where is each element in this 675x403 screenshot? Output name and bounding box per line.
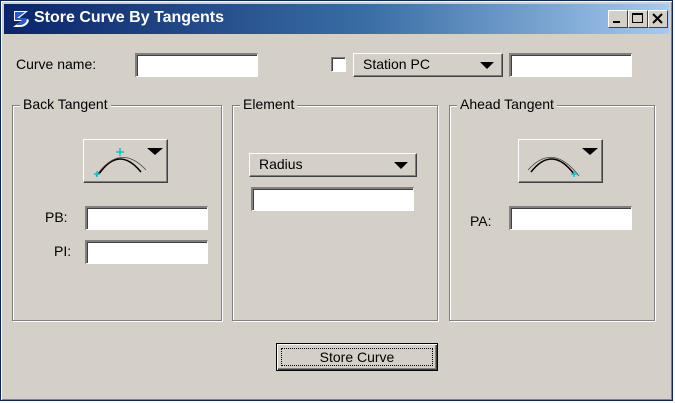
element-value-field[interactable]: [251, 187, 414, 211]
store-curve-button[interactable]: Store Curve: [276, 343, 438, 371]
station-type-dropdown[interactable]: Station PC: [353, 53, 503, 77]
title-bar[interactable]: Store Curve By Tangents: [4, 4, 669, 34]
close-icon: [652, 13, 663, 24]
pa-field[interactable]: [509, 206, 632, 230]
element-type-value: Radius: [259, 156, 303, 172]
chevron-down-icon: [394, 162, 408, 169]
station-field[interactable]: [509, 53, 632, 77]
minimize-icon: [613, 21, 620, 23]
minimize-button[interactable]: [608, 10, 628, 28]
element-title: Element: [240, 96, 298, 112]
back-tangent-title: Back Tangent: [20, 96, 111, 112]
chevron-down-icon: [480, 62, 494, 69]
close-button[interactable]: [648, 10, 668, 28]
curve-name-field[interactable]: [135, 53, 258, 77]
curve-point-selector-icon: [94, 148, 163, 177]
window-title: Store Curve By Tangents: [34, 9, 224, 26]
pb-label: PB:: [45, 209, 68, 225]
curve-name-label: Curve name:: [16, 56, 97, 72]
ahead-tangent-title: Ahead Tangent: [457, 96, 557, 112]
store-curve-dialog: Store Curve By Tangents Curve name: Stat…: [0, 0, 673, 401]
pi-field[interactable]: [85, 240, 208, 264]
element-type-dropdown[interactable]: Radius: [249, 153, 417, 177]
store-curve-label: Store Curve: [281, 348, 433, 366]
element-group: Element: [232, 96, 438, 321]
maximize-icon: [632, 13, 643, 23]
back-tangent-selector-button[interactable]: [83, 139, 168, 183]
station-checkbox[interactable]: [331, 57, 346, 72]
pi-label: PI:: [54, 243, 72, 259]
pa-label: PA:: [470, 213, 492, 229]
station-type-value: Station PC: [363, 56, 430, 72]
ahead-tangent-selector-button[interactable]: [518, 139, 603, 183]
pb-field[interactable]: [85, 206, 208, 230]
app-logo-icon: [13, 11, 29, 27]
curve-point-selector-icon: [527, 148, 598, 177]
maximize-button[interactable]: [628, 10, 648, 28]
